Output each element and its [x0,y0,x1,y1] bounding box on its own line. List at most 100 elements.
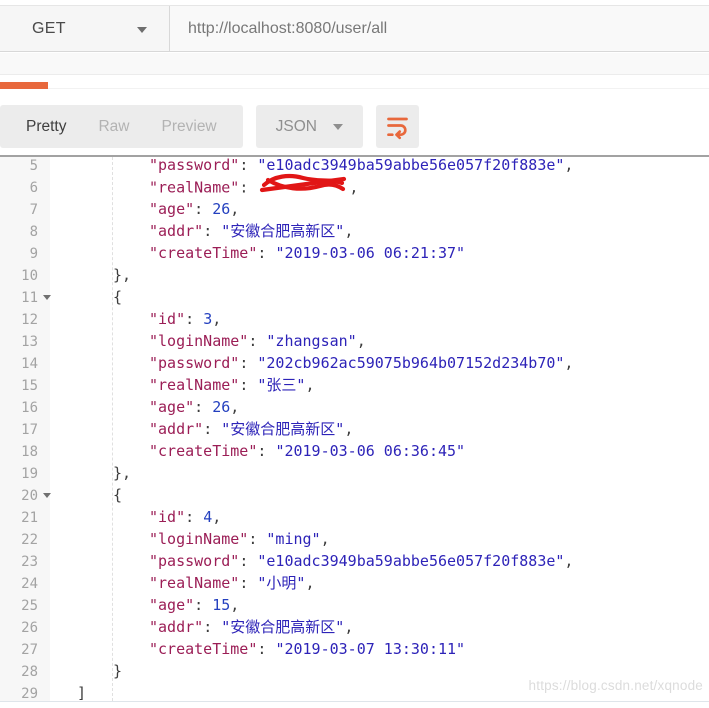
code-line: 25 "age": 15, [0,594,709,616]
line-number: 7 [29,202,38,218]
response-view-toolbar: Pretty Raw Preview JSON [0,105,419,148]
code-line: 10}, [0,264,709,286]
language-select-value: JSON [275,117,317,135]
code-line: 14 "password": "202cb962ac59075b964b07152… [0,352,709,374]
code-line: 24 "realName": "小明", [0,572,709,594]
redaction-scribble [259,172,347,200]
code-line: 27 "createTime": "2019-03-07 13:30:11" [0,638,709,660]
text-wrap-button[interactable] [375,105,419,148]
code-line-text: "createTime": "2019-03-06 06:21:37" [149,244,466,262]
code-line: 17 "addr": "安徽合肥高新区", [0,418,709,440]
line-number: 18 [21,444,38,460]
method-select[interactable]: GET [0,6,170,51]
code-line: 18 "createTime": "2019-03-06 06:36:45" [0,440,709,462]
code-line: 22 "loginName": "ming", [0,528,709,550]
line-number: 12 [21,312,38,328]
gutter-cell: 18 [0,440,50,462]
code-line-text: "age": 15, [149,596,240,614]
gutter-cell: 26 [0,616,50,638]
code-line-text: "realName": "张三", [149,376,315,394]
code-line-text: "createTime": "2019-03-06 06:36:45" [149,442,466,460]
code-line: 7 "age": 26, [0,198,709,220]
code-line-text: "addr": "安徽合肥高新区", [149,222,354,240]
gutter-cell: 25 [0,594,50,616]
code-line: 5 "password": "e10adc3949ba59abbe56e057f2… [0,156,709,176]
fold-caret-icon[interactable] [43,295,51,300]
code-line-text: "realName": "小明", [149,574,315,592]
code-line: 23 "password": "e10adc3949ba59abbe56e057f… [0,550,709,572]
code-line: 9 "createTime": "2019-03-06 06:21:37" [0,242,709,264]
line-number: 28 [21,664,38,680]
chevron-down-icon [137,27,147,33]
code-line-text: "password": "e10adc3949ba59abbe56e057f20… [149,552,574,570]
line-number: 8 [29,224,38,240]
code-line-text: { [113,288,123,306]
watermark: https://blog.csdn.net/xqnode [528,678,703,693]
code-line: 6 "realName": , [0,173,709,198]
code-line: 21 "id": 4, [0,506,709,528]
code-lines: 5 "password": "e10adc3949ba59abbe56e057f2… [0,156,709,702]
gutter-cell: 28 [0,660,50,682]
line-number: 13 [21,334,38,350]
gutter-cell: 15 [0,374,50,396]
gutter-cell: 16 [0,396,50,418]
line-number: 22 [21,532,38,548]
code-line: 19}, [0,462,709,484]
code-line-text: }, [113,464,132,482]
gutter-cell: 22 [0,528,50,550]
url-text: http://localhost:8080/user/all [188,19,388,37]
line-number: 23 [21,554,38,570]
gutter-cell: 17 [0,418,50,440]
tab-pretty[interactable]: Pretty [10,118,82,136]
gutter-cell: 9 [0,242,50,264]
text-wrap-icon [387,117,408,139]
response-body-panel: 5 "password": "e10adc3949ba59abbe56e057f2… [0,155,709,702]
line-number: 25 [21,598,38,614]
code-line-text: "age": 26, [149,200,240,218]
gutter-cell: 7 [0,198,50,220]
line-number: 24 [21,576,38,592]
code-line: 8 "addr": "安徽合肥高新区", [0,220,709,242]
tab-raw[interactable]: Raw [82,118,145,136]
line-number: 11 [21,290,38,306]
line-number: 29 [21,686,38,702]
code-line-text: { [113,486,123,504]
line-number: 26 [21,620,38,636]
url-bar: GET http://localhost:8080/user/all [0,5,709,52]
view-mode-group: Pretty Raw Preview [0,105,243,148]
gutter-cell: 14 [0,352,50,374]
line-number: 19 [21,466,38,482]
line-number: 5 [29,158,38,174]
gutter-cell: 6 [0,176,50,198]
gutter-cell: 8 [0,220,50,242]
gutter-cell: 11 [0,286,51,308]
method-label: GET [32,19,66,37]
code-line: 12 "id": 3, [0,308,709,330]
code-line-text: "addr": "安徽合肥高新区", [149,420,354,438]
line-number: 9 [29,246,38,262]
tab-preview[interactable]: Preview [146,118,233,136]
line-number: 16 [21,400,38,416]
code-line-text: "age": 26, [149,398,240,416]
gutter-cell: 21 [0,506,50,528]
chevron-down-icon [332,123,343,130]
code-line: 20 { [0,484,709,506]
line-number: 6 [29,180,38,196]
line-number: 14 [21,356,38,372]
code-line: 15 "realName": "张三", [0,374,709,396]
code-line: 16 "age": 26, [0,396,709,418]
language-select[interactable]: JSON [255,105,363,148]
gutter-cell: 24 [0,572,50,594]
divider [0,88,709,89]
code-line-text: "id": 4, [149,508,222,526]
code-line-text: "createTime": "2019-03-07 13:30:11" [149,640,466,658]
code-line: 26 "addr": "安徽合肥高新区", [0,616,709,638]
line-number: 20 [21,488,38,504]
code-line-text: "password": "e10adc3949ba59abbe56e057f20… [149,156,574,174]
gutter-cell: 5 [0,157,50,176]
gutter-cell: 20 [0,484,51,506]
fold-caret-icon[interactable] [43,493,51,498]
url-input[interactable]: http://localhost:8080/user/all [170,6,709,51]
gutter-cell: 27 [0,638,50,660]
active-tab-indicator [0,82,48,89]
